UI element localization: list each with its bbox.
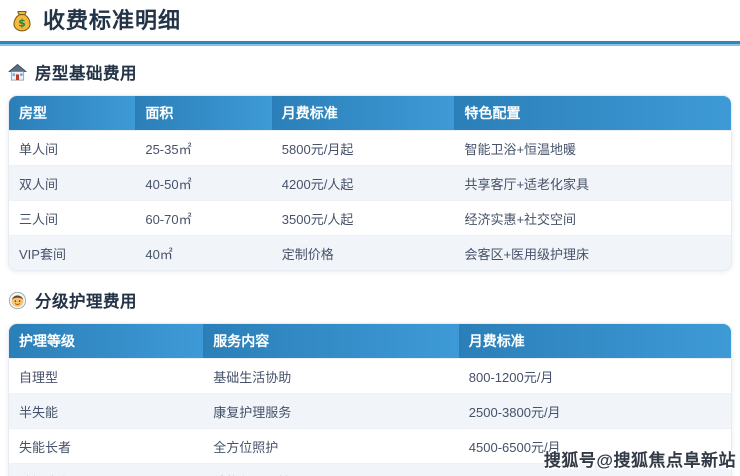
cell-monthly-fee: 800-1200元/月 xyxy=(458,358,731,394)
page: $ 收费标准明细 房型基础费用 房型 面积 月费标准 特色配置 单人间 25-3… xyxy=(0,0,740,476)
table-row: 双人间 40-50㎡ 4200元/人起 共享客厅+适老化家具 xyxy=(9,165,731,201)
cell-care-level: 认知症专区 xyxy=(9,463,204,476)
cell-room-type: 三人间 xyxy=(9,200,136,236)
cell-area: 40-50㎡ xyxy=(135,165,272,201)
cell-room-type: 单人间 xyxy=(9,130,136,166)
header-divider-light xyxy=(0,44,740,46)
cell-service: 基础生活协助 xyxy=(203,358,459,394)
column-header-service: 服务内容 xyxy=(203,324,459,359)
cell-area: 40㎡ xyxy=(135,235,272,270)
column-header-care-level: 护理等级 xyxy=(9,324,204,359)
house-icon xyxy=(8,63,27,82)
svg-text:$: $ xyxy=(18,17,26,30)
money-bag-icon: $ xyxy=(10,9,34,33)
column-header-monthly-fee: 月费标准 xyxy=(458,324,731,359)
cell-care-level: 半失能 xyxy=(9,393,204,429)
page-header: $ 收费标准明细 xyxy=(8,0,732,41)
section-room-fees-heading: 房型基础费用 xyxy=(8,60,732,84)
cell-room-type: VIP套间 xyxy=(9,235,136,270)
watermark: 搜狐号@搜狐焦点阜新站 xyxy=(543,451,736,470)
section-heading: 房型基础费用 xyxy=(35,65,137,83)
cell-area: 25-35㎡ xyxy=(135,130,272,166)
table-row: 三人间 60-70㎡ 3500元/人起 经济实惠+社交空间 xyxy=(9,200,731,236)
cell-monthly-fee: 3500元/人起 xyxy=(271,200,455,236)
cell-features: 会客区+医用级护理床 xyxy=(454,235,731,270)
cell-monthly-fee: 定制价格 xyxy=(271,235,455,270)
table-row: 半失能 康复护理服务 2500-3800元/月 xyxy=(9,393,731,429)
cell-features: 共享客厅+适老化家具 xyxy=(454,165,731,201)
caregiver-icon xyxy=(8,291,27,310)
cell-area: 60-70㎡ xyxy=(135,200,272,236)
cell-features: 智能卫浴+恒温地暖 xyxy=(454,130,731,166)
cell-monthly-fee: 5800元/月起 xyxy=(271,130,455,166)
page-title: 收费标准明细 xyxy=(43,8,182,33)
column-header-features: 特色配置 xyxy=(454,96,731,131)
cell-care-level: 自理型 xyxy=(9,358,204,394)
table-header-row: 护理等级 服务内容 月费标准 xyxy=(9,324,731,359)
column-header-room-type: 房型 xyxy=(9,96,136,131)
section-nursing-fees-heading: 分级护理费用 xyxy=(8,288,732,312)
room-fees-table: 房型 面积 月费标准 特色配置 单人间 25-35㎡ 5800元/月起 智能卫浴… xyxy=(8,95,732,271)
cell-care-level: 失能长者 xyxy=(9,428,204,464)
table-row: VIP套间 40㎡ 定制价格 会客区+医用级护理床 xyxy=(9,235,731,270)
cell-features: 经济实惠+社交空间 xyxy=(454,200,731,236)
cell-monthly-fee: 2500-3800元/月 xyxy=(458,393,731,429)
cell-room-type: 双人间 xyxy=(9,165,136,201)
column-header-area: 面积 xyxy=(135,96,272,131)
section-heading: 分级护理费用 xyxy=(35,293,137,311)
cell-monthly-fee: 4200元/人起 xyxy=(271,165,455,201)
table-row: 单人间 25-35㎡ 5800元/月起 智能卫浴+恒温地暖 xyxy=(9,130,731,166)
cell-service: 结构化日程管理 xyxy=(203,463,459,476)
cell-service: 全方位照护 xyxy=(203,428,459,464)
section-room-fees: 房型基础费用 房型 面积 月费标准 特色配置 单人间 25-35㎡ 5800元/… xyxy=(8,60,732,271)
column-header-monthly-fee: 月费标准 xyxy=(271,96,455,131)
table-header-row: 房型 面积 月费标准 特色配置 xyxy=(9,96,731,131)
table-row: 自理型 基础生活协助 800-1200元/月 xyxy=(9,358,731,394)
cell-service: 康复护理服务 xyxy=(203,393,459,429)
